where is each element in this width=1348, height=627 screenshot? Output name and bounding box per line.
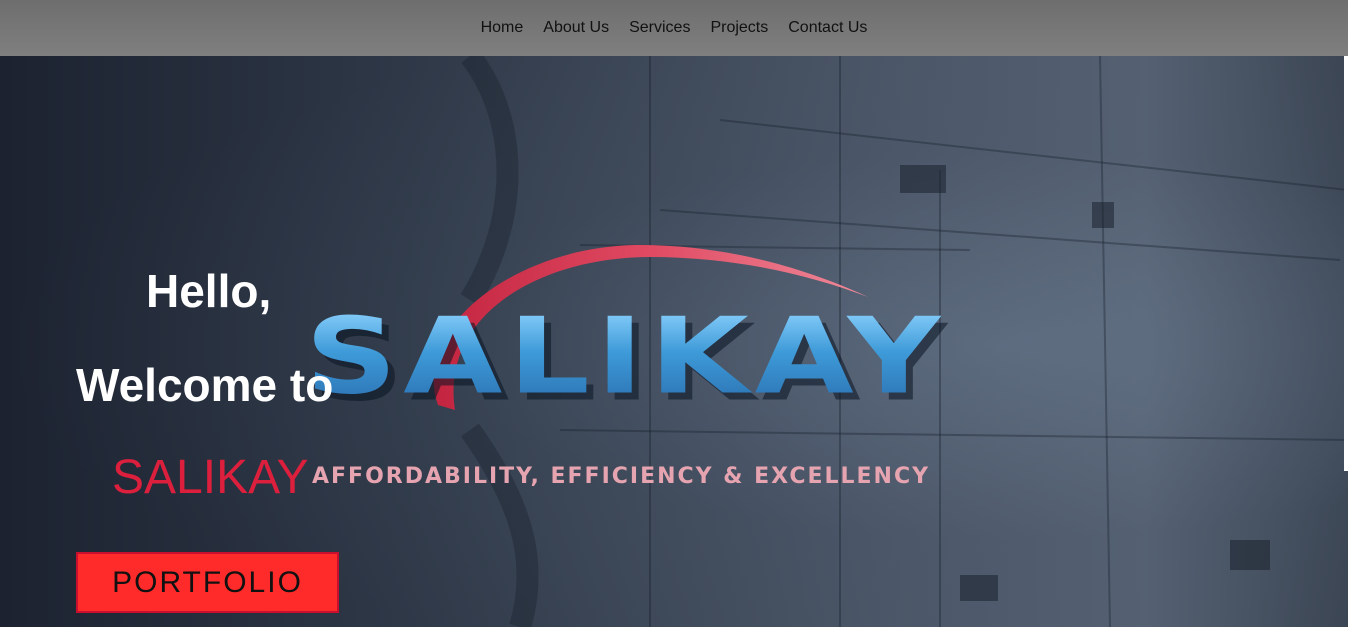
logo-wordmark: SALIKAY [305, 295, 947, 419]
nav-about-us[interactable]: About Us [543, 19, 609, 37]
logo-tagline: AFFORDABILITY, EFFICIENCY & EXCELLENCY [312, 464, 931, 489]
nav-contact-us[interactable]: Contact Us [788, 19, 867, 37]
scrollbar-track[interactable] [1344, 56, 1348, 471]
hero-greeting: Hello, [146, 265, 272, 317]
hero-welcome: Welcome to [76, 359, 334, 411]
nav-projects[interactable]: Projects [710, 19, 768, 37]
hero-brand-name: SALIKAY [112, 451, 309, 504]
top-navigation: Home About Us Services Projects Contact … [0, 0, 1348, 56]
hero-section: SALIKAY SALIKAY AFFORDABILITY, EFFICIENC… [0, 0, 1348, 627]
nav-home[interactable]: Home [481, 19, 524, 37]
portfolio-button[interactable]: PORTFOLIO [76, 552, 339, 613]
nav-services[interactable]: Services [629, 19, 690, 37]
